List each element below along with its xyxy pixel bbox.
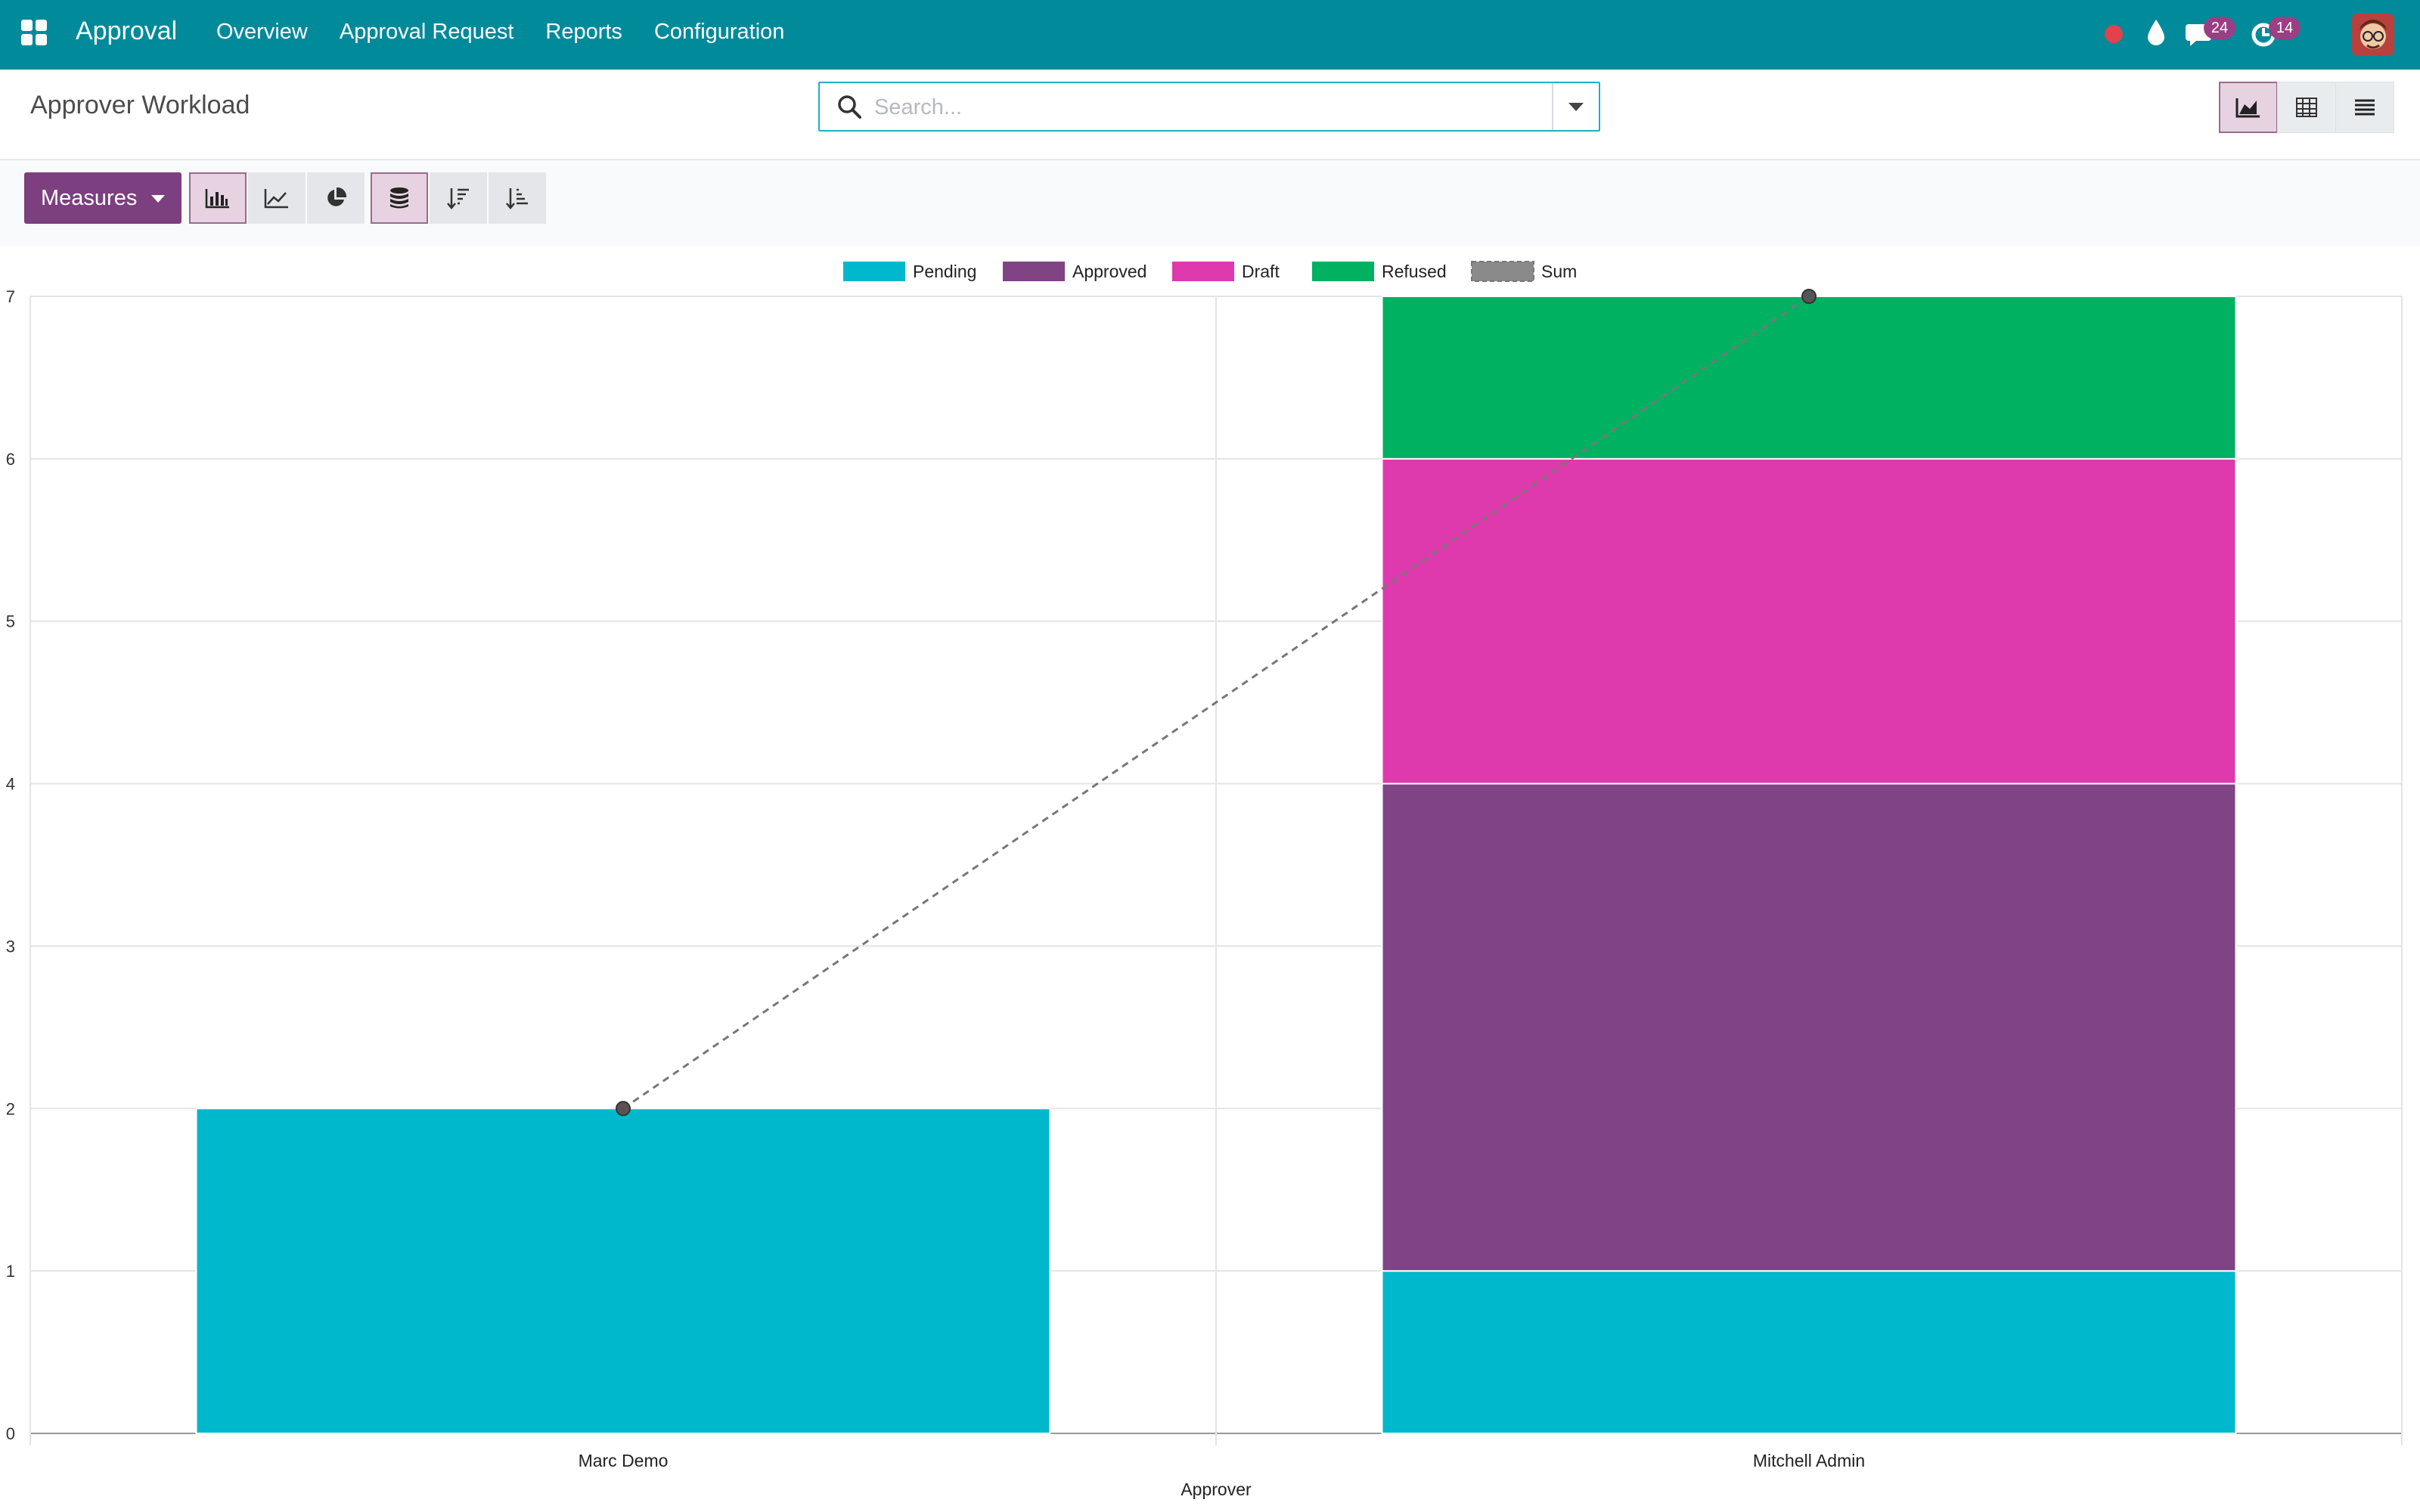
menu-reports[interactable]: Reports [545,20,622,45]
view-switcher [2219,82,2394,133]
y-tick-label: 4 [6,775,15,794]
database-stack-icon [390,187,408,209]
measures-label: Measures [41,185,138,210]
stacked-bar-chart: 0 1 2 3 4 5 6 7 Marc Demo Mitchell Admin Approver P… [6,261,2403,1499]
table-icon [2296,98,2317,117]
sum-point [1801,289,1817,304]
systray: 24 14 [2102,0,2420,70]
activities-badge: 14 [2269,17,2301,39]
bar-refused-mitchell-admin [1381,296,2237,460]
sort-descending-icon [447,188,469,209]
sum-point [616,1101,631,1117]
bar-approved-mitchell-admin [1381,782,2237,1272]
x-tick-label: Marc Demo [579,1451,669,1470]
sort-descending-button[interactable] [430,172,487,224]
area-chart-icon [2235,98,2260,118]
legend-label-pending: Pending [913,262,976,281]
menu-approval-request[interactable]: Approval Request [340,20,514,45]
bar-chart-button[interactable] [189,172,247,224]
search-bar [818,82,1600,132]
apps-menu-icon[interactable] [21,20,48,47]
line-chart-button[interactable] [248,172,306,224]
legend-label-sum: Sum [1541,262,1577,281]
graph-toolbar: Measures [0,160,2420,246]
legend-swatch-refused [1312,262,1374,281]
x-tick-label: Mitchell Admin [1753,1451,1865,1470]
drop-icon[interactable] [2145,18,2167,51]
legend-swatch-draft [1172,262,1234,281]
list-view-button[interactable] [2335,82,2394,133]
stacked-toggle-button[interactable] [371,172,428,224]
legend-swatch-pending [843,262,905,281]
control-panel: Approver Workload [0,70,2420,160]
y-tick-label: 6 [6,450,15,469]
pie-chart-icon [327,187,347,206]
pivot-view-button[interactable] [2277,82,2336,133]
search-input[interactable] [873,83,1526,132]
legend-label-approved: Approved [1072,262,1146,281]
y-tick-label: 7 [6,287,15,306]
y-tick-label: 1 [6,1262,15,1281]
user-avatar[interactable] [2352,14,2394,56]
search-options-toggle[interactable] [1552,83,1599,130]
legend-swatch-approved [1003,262,1065,281]
sort-ascending-button[interactable] [489,172,546,224]
bar-draft-mitchell-admin [1381,457,2237,785]
menu-overview[interactable]: Overview [216,20,308,45]
legend-label-refused: Refused [1382,262,1447,281]
pie-chart-button[interactable] [307,172,365,224]
bar-pending-marc-demo [195,1108,1051,1435]
line-chart-icon [264,189,288,209]
graph-view-button[interactable] [2219,82,2278,133]
bar-chart-icon [205,189,229,209]
app-name[interactable]: Approval [76,17,177,46]
legend-label-draft: Draft [1242,262,1280,281]
measures-dropdown-button[interactable]: Measures [24,172,182,224]
y-tick-label: 0 [6,1424,15,1443]
caret-down-icon [151,195,165,203]
activities-icon[interactable]: 14 [2251,17,2301,54]
legend-swatch-sum [1471,261,1534,282]
search-icon [838,95,861,119]
messages-icon[interactable]: 24 [2186,17,2235,54]
menu-configuration[interactable]: Configuration [654,20,785,45]
y-tick-label: 3 [6,937,15,956]
main-menu: Overview Approval Request Reports Config… [216,20,816,45]
top-navbar: Approval Overview Approval Request Repor… [0,0,2420,70]
graph-area: 0 1 2 3 4 5 6 7 Marc Demo Mitchell Admin Approver P… [0,246,2420,1512]
x-axis-title: Approver [1181,1479,1252,1499]
y-tick-label: 5 [6,612,15,631]
y-tick-label: 2 [6,1099,15,1118]
bar-pending-mitchell-admin [1381,1270,2237,1434]
messages-badge: 24 [2204,17,2235,39]
page-title: Approver Workload [30,91,250,119]
record-status-icon[interactable] [2102,23,2125,56]
sort-ascending-icon [506,188,528,209]
list-icon [2355,99,2375,116]
